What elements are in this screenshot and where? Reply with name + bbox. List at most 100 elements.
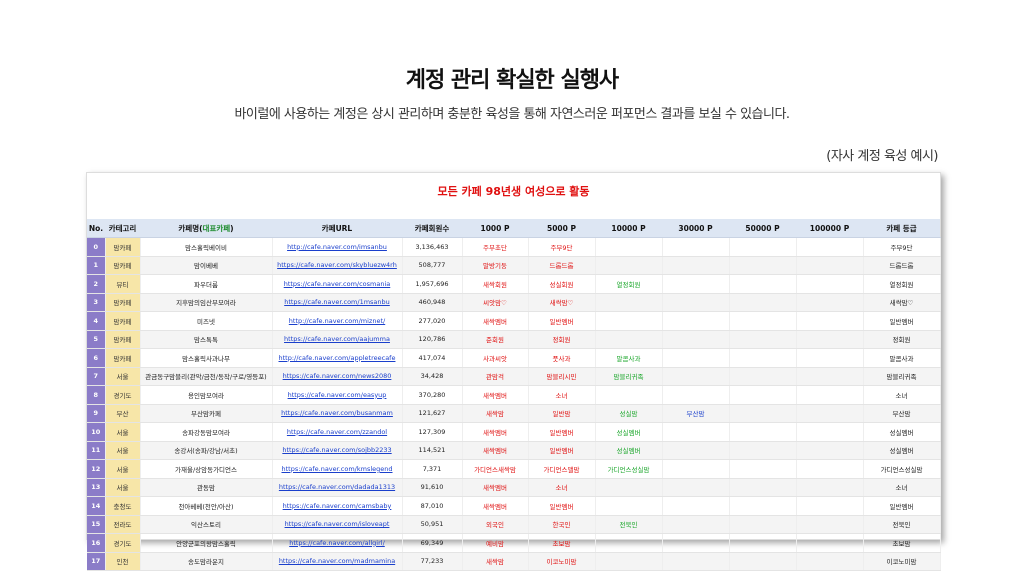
- row-p50000: [729, 367, 797, 386]
- row-members: 508,777: [402, 256, 463, 275]
- row-cafe-url[interactable]: https://cafe.naver.com/busanmam: [272, 404, 403, 423]
- row-category: 맘카페: [105, 348, 141, 368]
- header-p10000: 10000 P: [595, 219, 662, 238]
- row-p10000: 말콤사과: [595, 348, 663, 368]
- row-grade: 성실멤버: [863, 422, 941, 442]
- row-p30000: [662, 367, 730, 386]
- row-members: 1,957,696: [402, 274, 463, 294]
- cafe-account-table: No. 카테고리 카페명(대표카페) 카페URL 카페회원수 1000 P 50…: [87, 219, 941, 571]
- row-p50000: [729, 330, 797, 349]
- row-cafe-url[interactable]: https://cafe.naver.com/isloveapt: [272, 515, 403, 534]
- row-p1000: 새싹멤버: [462, 422, 529, 442]
- row-p50000: [729, 533, 797, 553]
- row-p100000: [796, 311, 864, 331]
- row-cafe-name: 맘스톡톡: [140, 330, 273, 349]
- row-number: 1: [87, 256, 106, 275]
- row-cafe-url[interactable]: https://cafe.naver.com/dadada1313: [272, 478, 403, 497]
- row-members: 127,309: [402, 422, 463, 442]
- table-row: 3 맘카페 지후맘의임산부모여라 https://cafe.naver.com/1ms…: [87, 293, 941, 312]
- row-p50000: [729, 459, 797, 479]
- row-members: 121,627: [402, 404, 463, 423]
- table-row: 10 서울 송파강동맘모여라 https://cafe.naver.com/zzand…: [87, 422, 941, 442]
- row-cafe-url[interactable]: https://cafe.naver.com/aajumma: [272, 330, 403, 349]
- row-p100000: [796, 478, 864, 497]
- row-number: 11: [87, 441, 106, 460]
- row-p100000: [796, 515, 864, 534]
- row-p5000: 새싹맘♡: [528, 293, 596, 312]
- table-row: 5 맘카페 맘스톡톡 https://cafe.naver.com/aajumma 12…: [87, 330, 941, 349]
- row-grade: 드롭드롭: [863, 256, 941, 275]
- row-p30000: [662, 459, 730, 479]
- row-p30000: [662, 330, 730, 349]
- row-cafe-name: 안양군포의왕맘스홀릭: [140, 533, 273, 553]
- row-cafe-url[interactable]: https://cafe.naver.com/skybluezw4rh: [272, 256, 403, 275]
- row-p30000: [662, 293, 730, 312]
- row-category: 서울: [105, 478, 141, 497]
- row-cafe-name: 맘스홀릭베이비: [140, 237, 273, 257]
- row-cafe-name: 맘스홀릭사과나무: [140, 348, 273, 368]
- row-grade: 열정회원: [863, 274, 941, 294]
- row-cafe-url[interactable]: https://cafe.naver.com/cosmania: [272, 274, 403, 294]
- row-grade: 가디언스성실맘: [863, 459, 941, 479]
- row-number: 17: [87, 552, 106, 571]
- row-p5000: 맘블리시민: [528, 367, 596, 386]
- row-p1000: 가디언스새싹맘: [462, 459, 529, 479]
- table-row: 15 전라도 익산스토리 https://cafe.naver.com/islovea…: [87, 515, 941, 534]
- row-members: 460,948: [402, 293, 463, 312]
- row-members: 370,280: [402, 385, 463, 405]
- row-cafe-url[interactable]: https://cafe.naver.com/madmamina: [272, 552, 403, 571]
- row-category: 맘카페: [105, 293, 141, 312]
- row-p1000: 씨앗맘♡: [462, 293, 529, 312]
- row-p30000: [662, 533, 730, 553]
- row-p30000: [662, 496, 730, 516]
- row-p100000: [796, 237, 864, 257]
- activity-banner: 모든 카페 98년생 여성으로 활동: [437, 185, 590, 198]
- table-row: 7 서울 관금동구맘블리(관악/금천/동작/구로/영등포) https://cafe.…: [87, 367, 941, 386]
- row-p50000: [729, 552, 797, 571]
- header-p100000: 100000 P: [796, 219, 863, 238]
- row-p100000: [796, 256, 864, 275]
- row-cafe-url[interactable]: https://cafe.naver.com/easyup: [272, 385, 403, 405]
- row-p1000: 새싹맘: [462, 552, 529, 571]
- row-cafe-url[interactable]: http://cafe.naver.com/imsanbu: [272, 237, 403, 257]
- row-cafe-url[interactable]: https://cafe.naver.com/1msanbu: [272, 293, 403, 312]
- header-p30000: 30000 P: [662, 219, 729, 238]
- row-category: 충청도: [105, 496, 141, 516]
- row-p30000: [662, 441, 730, 460]
- row-p5000: 성실회원: [528, 274, 596, 294]
- row-grade: 주부9단: [863, 237, 941, 257]
- row-number: 16: [87, 533, 106, 553]
- row-p1000: 예비맘: [462, 533, 529, 553]
- row-p50000: [729, 311, 797, 331]
- row-p30000: [662, 478, 730, 497]
- row-cafe-url[interactable]: http://cafe.naver.com/miznet/: [272, 311, 403, 331]
- row-members: 69,349: [402, 533, 463, 553]
- row-cafe-url[interactable]: https://cafe.naver.com/sojbb2233: [272, 441, 403, 460]
- row-cafe-url[interactable]: https://cafe.naver.com/allgirl/: [272, 533, 403, 553]
- header-grade: 카페 등급: [863, 219, 940, 238]
- row-cafe-url[interactable]: http://cafe.naver.com/appletreecafe: [272, 348, 403, 368]
- row-p30000: [662, 422, 730, 442]
- table-row: 13 서울 관동맘 https://cafe.naver.com/dadada1313…: [87, 478, 941, 497]
- header-no: No.: [87, 219, 105, 238]
- row-p1000: 새싹회원: [462, 274, 529, 294]
- row-p10000: 전북인: [595, 515, 663, 534]
- row-p10000: 성실맘: [595, 404, 663, 423]
- row-p50000: [729, 404, 797, 423]
- row-cafe-url[interactable]: https://cafe.naver.com/kmslegend: [272, 459, 403, 479]
- row-cafe-url[interactable]: https://cafe.naver.com/news2080: [272, 367, 403, 386]
- row-cafe-name: 부산맘카페: [140, 404, 273, 423]
- table-row: 16 경기도 안양군포의왕맘스홀릭 https://cafe.naver.com/al…: [87, 533, 941, 553]
- row-category: 맘카페: [105, 256, 141, 275]
- row-p5000: 주부9단: [528, 237, 596, 257]
- row-p50000: [729, 237, 797, 257]
- row-cafe-url[interactable]: https://cafe.naver.com/zzandol: [272, 422, 403, 442]
- table-row: 8 경기도 용인맘모여라 https://cafe.naver.com/easyup 3…: [87, 385, 941, 405]
- row-p5000: 풋사과: [528, 348, 596, 368]
- row-p30000: 부산맘: [662, 404, 730, 423]
- row-p1000: 사과씨앗: [462, 348, 529, 368]
- row-cafe-url[interactable]: https://cafe.naver.com/camsbaby: [272, 496, 403, 516]
- row-p10000: 성실멤버: [595, 441, 663, 460]
- row-grade: 전북인: [863, 515, 941, 534]
- table-row: 17 인천 송도맘라운지 https://cafe.naver.com/madmami…: [87, 552, 941, 571]
